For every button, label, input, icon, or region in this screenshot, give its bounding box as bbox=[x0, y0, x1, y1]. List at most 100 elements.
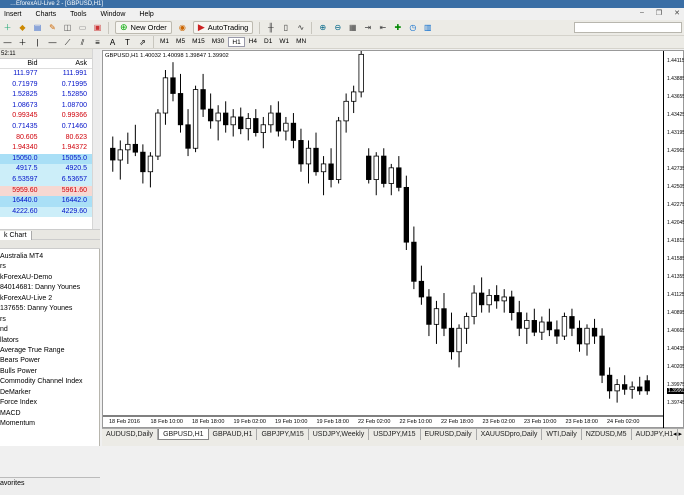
timeframe-m1[interactable]: M1 bbox=[157, 37, 172, 47]
chart-window[interactable]: GBPUSD,H1 1.40032 1.40098 1.39847 1.3990… bbox=[102, 50, 684, 429]
chart-tab[interactable]: GBPUSD,H1 bbox=[158, 429, 209, 440]
market-watch-scrollbar[interactable] bbox=[92, 49, 100, 239]
navigator-item[interactable]: rs bbox=[0, 315, 100, 325]
market-watch-row[interactable]: 0.71979 0.71995 bbox=[0, 80, 99, 91]
timeframe-d1[interactable]: D1 bbox=[261, 37, 275, 47]
tile-windows-icon[interactable]: ▦ bbox=[347, 22, 358, 33]
bar-chart-icon[interactable]: ╫ bbox=[265, 22, 276, 33]
navigator-item[interactable]: DeMarker bbox=[0, 388, 100, 398]
market-watch-row[interactable]: 15050.0 15055.0 bbox=[0, 153, 99, 165]
chart-tab[interactable]: NZDUSD,M5 bbox=[582, 429, 632, 440]
timeframe-m30[interactable]: M30 bbox=[209, 37, 228, 47]
menu-insert[interactable]: Insert bbox=[4, 11, 22, 18]
candle bbox=[147, 152, 154, 188]
market-watch-row[interactable]: 80.605 80.623 bbox=[0, 133, 99, 144]
market-watch-row[interactable]: 111.977 111.991 bbox=[0, 69, 99, 80]
candlestick-icon[interactable]: ▯ bbox=[280, 22, 291, 33]
market-watch-row[interactable]: 0.99345 0.99366 bbox=[0, 111, 99, 122]
market-watch-row[interactable]: 4917.5 4920.5 bbox=[0, 164, 99, 175]
zoom-in-icon[interactable]: ⊕ bbox=[317, 22, 328, 33]
strategy-tester-icon[interactable]: ▣ bbox=[92, 22, 103, 33]
candle-body bbox=[599, 335, 605, 376]
chart-tab[interactable]: AUDUSD,Daily bbox=[102, 429, 159, 440]
text-icon[interactable]: A bbox=[107, 37, 118, 48]
navigator-item[interactable]: nd bbox=[0, 325, 100, 335]
restore-icon[interactable]: ❐ bbox=[656, 9, 662, 17]
timeframe-w1[interactable]: W1 bbox=[276, 37, 292, 47]
minimize-icon[interactable]: – bbox=[640, 9, 644, 17]
navigator-icon[interactable]: ◫ bbox=[62, 22, 73, 33]
timeframe-mn[interactable]: MN bbox=[293, 37, 309, 47]
terminal-icon[interactable]: ▭ bbox=[77, 22, 88, 33]
timeframe-h4[interactable]: H4 bbox=[246, 37, 260, 47]
menu-help[interactable]: Help bbox=[139, 11, 153, 18]
timeframe-m15[interactable]: M15 bbox=[189, 37, 208, 47]
market-watch-row[interactable]: 1.08673 1.08700 bbox=[0, 101, 99, 112]
vertical-line-icon[interactable]: | bbox=[32, 37, 43, 48]
navigator-item[interactable]: Force Index bbox=[0, 398, 100, 408]
market-watch-row[interactable]: 16440.0 16442.0 bbox=[0, 196, 99, 207]
arrows-icon[interactable]: ⇗ bbox=[137, 37, 148, 48]
market-watch-row[interactable]: 6.53597 6.53657 bbox=[0, 174, 99, 186]
chart-tab[interactable]: AUDJPY,H1 bbox=[632, 429, 679, 440]
new-order-button[interactable]: ⊕ New Order bbox=[115, 21, 172, 34]
search-input[interactable] bbox=[574, 22, 682, 33]
timeframe-m5[interactable]: M5 bbox=[173, 37, 188, 47]
column-bid[interactable]: Bid bbox=[0, 59, 50, 68]
metaeditor-icon[interactable]: ◉ bbox=[177, 22, 188, 33]
chart-tab[interactable]: USDJPY,Weekly bbox=[309, 429, 370, 440]
templates-icon[interactable]: ▥ bbox=[422, 22, 433, 33]
menu-tools[interactable]: Tools bbox=[70, 11, 86, 18]
market-watch-row[interactable]: 5959.60 5961.60 bbox=[0, 185, 99, 197]
market-watch-row[interactable]: 4222.60 4229.60 bbox=[0, 206, 99, 218]
navigator-item[interactable]: Bulls Power bbox=[0, 367, 100, 377]
navigator-item[interactable]: 84014681: Danny Younes bbox=[0, 283, 100, 293]
autotrading-button[interactable]: ▶ AutoTrading bbox=[192, 21, 254, 34]
fibonacci-icon[interactable]: ≡ bbox=[92, 37, 103, 48]
navigator-item[interactable]: Average True Range bbox=[0, 346, 100, 356]
chart-tab[interactable]: EURUSD,Daily bbox=[421, 429, 477, 440]
market-watch-row[interactable]: 0.71435 0.71460 bbox=[0, 122, 99, 133]
navigator-item[interactable]: 137655: Danny Younes bbox=[0, 304, 100, 314]
chart-shift-icon[interactable]: ⇤ bbox=[377, 22, 388, 33]
autoscroll-icon[interactable]: ⇥ bbox=[362, 22, 373, 33]
profiles-icon[interactable]: ◆ bbox=[17, 22, 28, 33]
data-window-icon[interactable]: ✎ bbox=[47, 22, 58, 33]
navigator-item[interactable]: Commodity Channel Index bbox=[0, 377, 100, 387]
navigator-item[interactable]: rs bbox=[0, 262, 100, 272]
market-watch-row[interactable]: 1.94340 1.94372 bbox=[0, 143, 99, 154]
chart-tab[interactable]: GBPAUD,H1 bbox=[209, 429, 258, 440]
navigator-item[interactable]: kForexAU-Demo bbox=[0, 273, 100, 283]
navigator-item[interactable]: MACD bbox=[0, 409, 100, 419]
navigator-item[interactable]: kForexAU-Live 2 bbox=[0, 294, 100, 304]
chart-tab[interactable]: GBPJPY,M15 bbox=[257, 429, 309, 440]
periods-icon[interactable]: ◷ bbox=[407, 22, 418, 33]
market-watch-row[interactable]: 1.52825 1.52850 bbox=[0, 90, 99, 101]
line-chart-icon[interactable]: ∿ bbox=[295, 22, 306, 33]
zoom-out-icon[interactable]: ⊖ bbox=[332, 22, 343, 33]
new-chart-icon[interactable]: ＋ bbox=[2, 22, 13, 33]
label-icon[interactable]: T bbox=[122, 37, 133, 48]
navigator-item[interactable]: Momentum bbox=[0, 419, 100, 429]
candlestick-chart[interactable] bbox=[103, 51, 663, 417]
menu-charts[interactable]: Charts bbox=[36, 11, 57, 18]
close-icon[interactable]: ✕ bbox=[674, 9, 680, 17]
navigator-item[interactable]: Australia MT4 bbox=[0, 252, 100, 262]
indicators-icon[interactable]: ✚ bbox=[392, 22, 403, 33]
navigator-item[interactable]: Bears Power bbox=[0, 356, 100, 366]
navigator-item[interactable]: llators bbox=[0, 336, 100, 346]
timeframe-h1[interactable]: H1 bbox=[228, 37, 245, 47]
crosshair-icon[interactable]: ＋ bbox=[17, 37, 28, 48]
chart-tab[interactable]: XAUUSDpro,Daily bbox=[477, 429, 543, 440]
navigator-tab-favorites[interactable]: avorites bbox=[0, 477, 100, 495]
chart-tab-scroll[interactable]: ◂ ▸ bbox=[673, 430, 682, 438]
time-label: 23 Feb 10:00 bbox=[524, 419, 557, 425]
market-watch-icon[interactable]: ▤ bbox=[32, 22, 43, 33]
channel-icon[interactable]: ⫽ bbox=[77, 37, 88, 48]
chart-tab[interactable]: USDJPY,M15 bbox=[369, 429, 421, 440]
menu-window[interactable]: Window bbox=[100, 11, 125, 18]
trendline-icon[interactable]: ⟋ bbox=[62, 37, 73, 48]
chart-tab[interactable]: WTI,Daily bbox=[542, 429, 582, 440]
horizontal-line-icon[interactable]: ― bbox=[47, 37, 58, 48]
cursor-icon[interactable]: ― bbox=[2, 37, 13, 48]
